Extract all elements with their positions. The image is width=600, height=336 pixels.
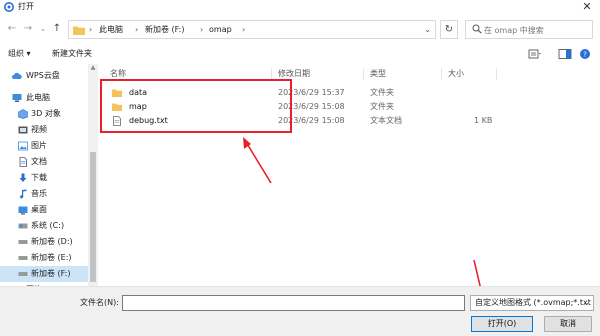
sidebar-item-label: 新加卷 (D:) [31,237,73,246]
window-title: 打开 [18,2,34,11]
preview-pane-icon[interactable] [558,48,572,60]
sidebar-item-label: 下载 [31,173,47,182]
sidebar-item-label: 视频 [31,125,47,134]
3d-objects-icon [18,109,28,119]
sidebar-item-pictures[interactable]: 图片 [0,138,88,154]
sidebar-item-drive-c[interactable]: 系统 (C:) [0,218,88,234]
file-type: 文本文档 [370,116,402,125]
sidebar-item-label: 音乐 [31,189,47,198]
sidebar-item-desktop[interactable]: 桌面 [0,202,88,218]
organize-menu[interactable]: 组织 ▾ [8,48,31,60]
file-size: 1 KB [474,116,493,125]
breadcrumb-omap[interactable]: omap [209,24,232,36]
sidebar-item-3d-objects[interactable]: 3D 对象 [0,106,88,122]
drive-icon [18,223,28,229]
scroll-up-icon[interactable]: ▲ [88,64,98,72]
filetype-value: 自定义地图格式 (*.ovmap;*.txt [475,298,591,307]
sidebar-item-wps-cloud[interactable]: WPS云盘 [0,68,88,84]
column-header-size[interactable]: 大小 [448,68,464,80]
title-bar: 打开 ✕ [0,0,600,14]
search-input[interactable] [484,23,588,37]
filetype-select[interactable]: 自定义地图格式 (*.ovmap;*.txt ⌄ [470,295,594,311]
chevron-down-icon[interactable]: ⌄ [424,24,431,36]
video-icon [18,126,28,134]
scrollbar-thumb[interactable] [90,152,96,282]
cancel-button[interactable]: 取消 [544,316,592,332]
sidebar-item-drive-e[interactable]: 新加卷 (E:) [0,250,88,266]
documents-icon [19,157,27,167]
sidebar-item-music[interactable]: 音乐 [0,186,88,202]
dialog-footer: 文件名(N): 自定义地图格式 (*.ovmap;*.txt ⌄ 打开(O) 取… [0,286,600,336]
sidebar-item-label: 新加卷 (F:) [31,269,71,278]
sidebar-item-label: 系统 (C:) [31,221,65,230]
column-divider[interactable] [496,68,497,80]
filename-input[interactable] [122,295,465,311]
close-button[interactable]: ✕ [580,0,594,14]
recent-locations-button[interactable]: ⌄ [37,22,49,36]
drive-icon [18,240,28,244]
sidebar-item-documents[interactable]: 文档 [0,154,88,170]
chevron-down-icon: ⌄ [583,298,590,307]
address-bar: ← → ⌄ ↑ › 此电脑 › 新加卷 (F:) › omap › ⌄ ↻ [0,16,600,42]
sidebar-item-label: 3D 对象 [31,109,61,118]
command-bar: 组织 ▾ 新建文件夹 ? [0,44,600,64]
column-header-type[interactable]: 类型 [370,68,386,80]
filename-label: 文件名(N): [80,298,119,307]
up-button[interactable]: ↑ [51,22,63,36]
sidebar-item-this-pc[interactable]: 此电脑 [0,90,88,106]
column-divider[interactable] [363,68,364,80]
breadcrumb-separator: › [135,25,139,34]
music-icon [20,189,27,199]
sidebar-item-drive-f[interactable]: 新加卷 (F:) [0,266,88,282]
sidebar-scrollbar[interactable]: ▲ [88,64,98,286]
sidebar-item-label: 图片 [31,141,47,150]
navigation-pane: WPS云盘 此电脑 3D 对象 视频 图片 文档 下载 音乐 桌面 系统 (C:… [0,64,98,286]
breadcrumb-separator: › [89,25,93,34]
cloud-icon [12,72,22,79]
breadcrumb-separator: › [200,25,204,34]
file-type: 文件夹 [370,102,394,111]
computer-icon [12,94,22,102]
breadcrumb-separator: › [242,25,246,34]
back-button[interactable]: ← [6,22,18,36]
help-icon[interactable]: ? [578,48,592,60]
sidebar-item-label: WPS云盘 [26,71,60,80]
sidebar-item-label: 桌面 [31,205,47,214]
forward-button[interactable]: → [22,22,34,36]
column-divider[interactable] [441,68,442,80]
drive-icon [18,272,28,276]
svg-text:?: ? [583,51,587,59]
address-path[interactable]: › 此电脑 › 新加卷 (F:) › omap › ⌄ [68,20,436,39]
view-options-icon[interactable] [528,48,542,60]
desktop-icon [18,206,28,215]
sidebar-item-videos[interactable]: 视频 [0,122,88,138]
sidebar-item-label: 新加卷 (E:) [31,253,72,262]
pictures-icon [18,141,28,151]
folder-icon [73,26,85,35]
download-icon [19,173,27,182]
sidebar-item-downloads[interactable]: 下载 [0,170,88,186]
new-folder-button[interactable]: 新建文件夹 [52,48,92,60]
sidebar-item-label: 此电脑 [26,93,50,102]
refresh-button[interactable]: ↻ [440,20,458,39]
sidebar-item-label: 文档 [31,157,47,166]
open-button[interactable]: 打开(O) [471,316,533,332]
search-icon [472,24,482,34]
annotation-box-files [100,79,292,133]
sidebar-item-drive-d[interactable]: 新加卷 (D:) [0,234,88,250]
file-type: 文件夹 [370,88,394,97]
drive-icon [18,256,28,260]
breadcrumb-this-pc[interactable]: 此电脑 [99,24,123,36]
search-box[interactable] [465,20,593,39]
breadcrumb-drive-f[interactable]: 新加卷 (F:) [145,24,184,36]
app-icon [4,2,14,12]
